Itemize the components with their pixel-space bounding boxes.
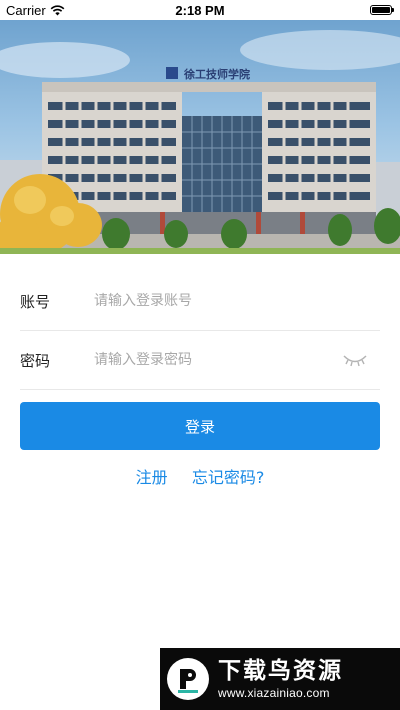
password-label: 密码 xyxy=(20,351,51,370)
forgot-password-link[interactable]: 忘记密码? xyxy=(192,468,265,487)
status-left: Carrier xyxy=(0,3,65,18)
password-row: 密码 xyxy=(20,331,380,390)
login-form: 账号 密码 xyxy=(20,272,380,390)
carrier-label: Carrier xyxy=(6,2,46,18)
watermark-title: 下载鸟资源 xyxy=(218,658,343,684)
login-button[interactable]: 登录 xyxy=(20,402,380,450)
register-link[interactable]: 注册 xyxy=(136,468,168,487)
battery-icon xyxy=(370,5,394,15)
eye-closed-icon[interactable] xyxy=(342,353,368,367)
account-input[interactable] xyxy=(92,292,380,310)
campus-banner: 徐工技师学院 xyxy=(0,20,400,254)
battery-fill xyxy=(372,7,390,13)
watermark-banner: 下载鸟资源 www.xiazainiao.com xyxy=(160,648,400,710)
wifi-icon xyxy=(50,4,65,15)
campus-building-image: 徐工技师学院 xyxy=(0,30,400,254)
status-bar: Carrier 2:18 PM xyxy=(0,0,400,20)
watermark-url: www.xiazainiao.com xyxy=(218,686,330,700)
account-row: 账号 xyxy=(20,272,380,331)
building-sign-text: 徐工技师学院 xyxy=(183,67,250,81)
password-input[interactable] xyxy=(92,351,380,369)
account-label: 账号 xyxy=(20,292,51,311)
auth-links: 注册 忘记密码? xyxy=(0,464,400,488)
bird-logo-icon xyxy=(167,658,209,700)
status-right xyxy=(370,5,400,15)
watermark-text: 下载鸟资源 www.xiazainiao.com xyxy=(218,657,343,701)
